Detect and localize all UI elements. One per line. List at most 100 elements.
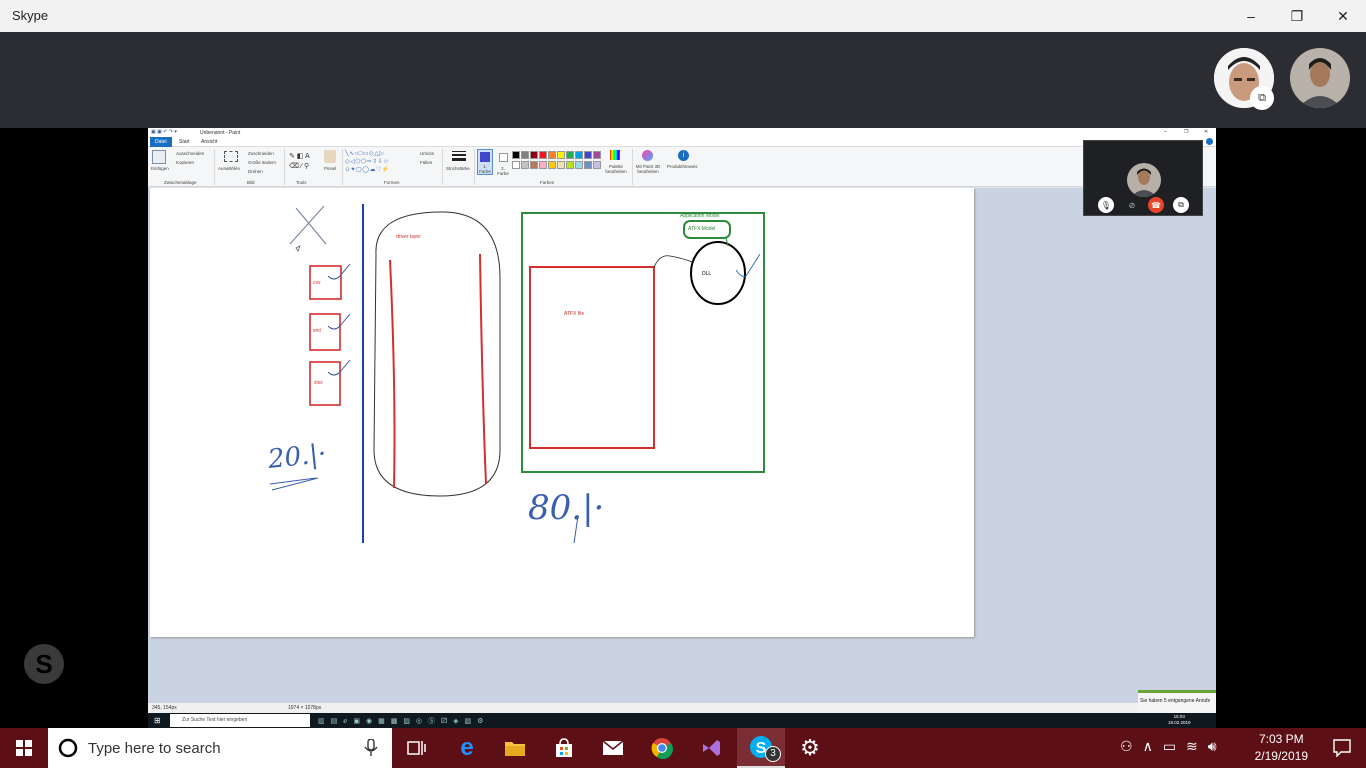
cut-button[interactable]: Ausschneiden	[176, 151, 204, 156]
paint-close-button[interactable]: ✕	[1204, 129, 1208, 135]
edge-button[interactable]: e	[443, 728, 491, 768]
notification-icon	[1333, 739, 1351, 757]
palette-swatch[interactable]	[512, 151, 520, 159]
palette-swatch[interactable]	[584, 151, 592, 159]
tab-datei[interactable]: Datei	[150, 137, 172, 147]
palette-swatch[interactable]	[566, 161, 574, 169]
share-screen-button[interactable]: ⧉	[1173, 197, 1189, 213]
remote-app-icons[interactable]: ▥▤ℯ▣◉▦▩▨◎Ⓢ⚂◈▧⚙	[318, 716, 489, 726]
task-view-button[interactable]	[392, 728, 440, 768]
mic-button[interactable]: 🎙	[1098, 197, 1114, 213]
palette-swatch[interactable]	[593, 151, 601, 159]
palette-swatch[interactable]	[575, 151, 583, 159]
palette-swatch[interactable]	[512, 161, 520, 169]
participant-avatar-remote[interactable]	[1290, 48, 1350, 108]
store-icon	[556, 738, 572, 757]
palette-swatch[interactable]	[557, 151, 565, 159]
start-button[interactable]	[0, 728, 48, 768]
brushes-button[interactable]: Pinsel	[324, 166, 336, 171]
mail-button[interactable]	[589, 728, 637, 768]
self-video-preview[interactable]: 🎙 ⊘ ☎ ⧉	[1083, 140, 1203, 216]
settings-button[interactable]: ⚙	[786, 728, 834, 768]
file-explorer-button[interactable]	[491, 728, 539, 768]
self-avatar	[1127, 163, 1161, 197]
quick-access-icon[interactable]: ▣ ▣ ↶ ↷ ▾	[151, 129, 177, 135]
palette-swatch[interactable]	[530, 151, 538, 159]
notification-text: Sie haben 5 entgangene Anrufe	[1140, 698, 1211, 704]
color1-button[interactable]: 1. Farbe	[477, 149, 493, 175]
stroke-size-icon[interactable]	[452, 151, 466, 161]
edit-colors-icon[interactable]	[610, 150, 620, 160]
paint-minimize-button[interactable]: –	[1164, 129, 1167, 135]
rotate-button[interactable]: Drehen	[248, 169, 263, 174]
call-header: ⧉	[0, 32, 1366, 128]
paste-button[interactable]: Einfügen	[151, 166, 169, 171]
tools-icons[interactable]: ✎ ◧ A ⌫ ⁄ ⚲	[289, 152, 310, 172]
outline-button[interactable]: Umriss	[420, 151, 434, 156]
missed-calls-notification[interactable]: Sie haben 5 entgangene Anrufe	[1138, 690, 1216, 713]
color2-button[interactable]: 2. Farbe	[495, 149, 511, 176]
clipboard-icon[interactable]	[152, 150, 166, 164]
close-button[interactable]: ✕	[1320, 0, 1366, 32]
remote-search-box[interactable]: Zur Suche Text hier eingeben	[170, 714, 310, 727]
crop-button[interactable]: Zuschneiden	[248, 151, 274, 156]
drawing-canvas[interactable]: csv xml xlsx driver layer ATFX file Appl…	[150, 188, 974, 637]
action-center-button[interactable]	[1318, 728, 1366, 768]
palette-swatch[interactable]	[548, 161, 556, 169]
search-box[interactable]: Type here to search	[48, 728, 392, 768]
palette-swatch[interactable]	[593, 161, 601, 169]
skype-titlebar: Skype – ❐ ✕	[0, 0, 1366, 32]
palette-swatch[interactable]	[530, 161, 538, 169]
product-alert-button[interactable]: Produkthinweis	[667, 164, 698, 169]
chrome-button[interactable]	[638, 728, 686, 768]
microphone-icon	[364, 739, 378, 756]
video-off-icon: ⊘	[1128, 200, 1136, 210]
brush-icon[interactable]	[324, 150, 336, 163]
x-mark	[289, 205, 327, 245]
screen-share-icon[interactable]: ⧉	[1250, 86, 1274, 110]
xlsx-label: xlsx	[314, 380, 323, 386]
dll-label: DLL	[702, 271, 712, 277]
store-button[interactable]	[540, 728, 588, 768]
palette-swatch[interactable]	[575, 161, 583, 169]
help-icon[interactable]	[1206, 138, 1213, 145]
paint3d-icon[interactable]	[642, 150, 653, 161]
shapes-group-label: Formen	[384, 180, 400, 185]
palette-swatch[interactable]	[557, 161, 565, 169]
select-icon[interactable]	[224, 151, 238, 162]
paint3d-button[interactable]: Mit Paint 3D bearbeiten	[634, 164, 662, 174]
select-button[interactable]: Auswählen	[218, 166, 240, 171]
palette-swatch[interactable]	[521, 151, 529, 159]
maximize-button[interactable]: ❐	[1274, 0, 1320, 32]
xml-label: xml	[313, 328, 321, 334]
minimize-button[interactable]: –	[1228, 0, 1274, 32]
percent-20-label: 20.|·	[266, 439, 328, 475]
windows-icon[interactable]: ⊞	[154, 716, 161, 725]
end-call-button[interactable]: ☎	[1148, 197, 1164, 213]
system-tray[interactable]: ⚇∧▭≋🔊︎	[1120, 738, 1227, 755]
palette-swatch[interactable]	[566, 151, 574, 159]
visual-studio-button[interactable]	[687, 728, 735, 768]
fill-button[interactable]: Füllen	[420, 160, 432, 165]
tab-ansicht[interactable]: Ansicht	[196, 137, 222, 147]
skype-taskbar-button[interactable]: S 3	[737, 728, 785, 768]
palette-swatch[interactable]	[539, 161, 547, 169]
edit-colors-button[interactable]: Palette bearbeiten	[603, 164, 629, 174]
palette-swatch[interactable]	[539, 151, 547, 159]
copy-button[interactable]: Kopieren	[176, 160, 194, 165]
tab-start[interactable]: Start	[174, 137, 195, 147]
palette-swatch[interactable]	[584, 161, 592, 169]
chevron-up-icon: ∧	[1142, 738, 1163, 754]
shared-screen: ▣ ▣ ↶ ↷ ▾ Unbenannt - Paint – ❐ ✕ Datei …	[148, 128, 1216, 728]
shapes-gallery[interactable]: ╲∿○□▭◇△▷ ◇◁⬠⬡⇨⇧⇩☆ ✩✦▢◯☁♡⚡	[345, 150, 390, 174]
info-icon[interactable]: i	[678, 150, 689, 161]
stroke-size-button[interactable]: Strichstärke	[446, 166, 470, 171]
resize-button[interactable]: Größe ändern	[248, 160, 276, 165]
palette-swatch[interactable]	[548, 151, 556, 159]
palette-swatch[interactable]	[521, 161, 529, 169]
gear-icon: ⚙	[800, 735, 820, 760]
paint-maximize-button[interactable]: ❐	[1184, 129, 1188, 135]
clock[interactable]: 7:03 PM 2/19/2019	[1255, 731, 1308, 765]
video-off-button[interactable]: ⊘	[1124, 197, 1140, 213]
image-group-label: Bild	[247, 180, 255, 185]
